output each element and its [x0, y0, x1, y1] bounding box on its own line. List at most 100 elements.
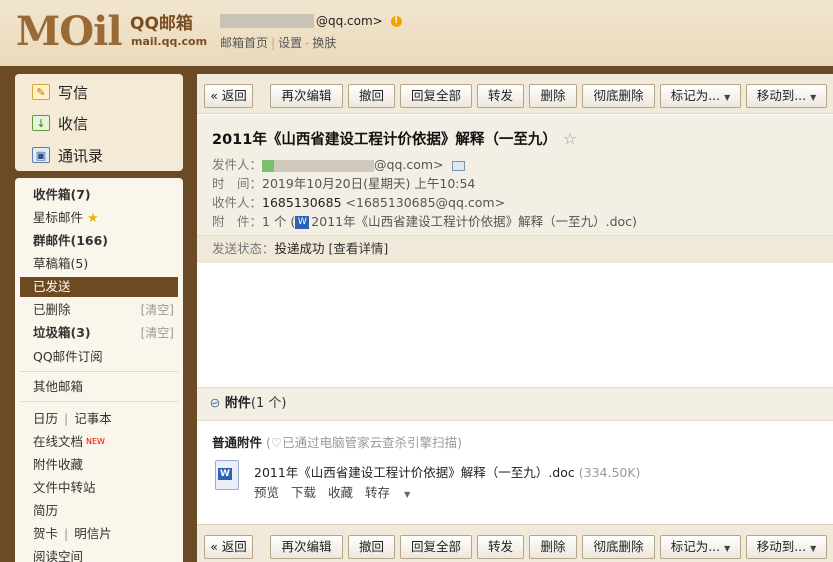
- folder-subscriptions[interactable]: QQ邮件订阅: [20, 347, 178, 367]
- delete-permanent-button[interactable]: 彻底删除: [582, 535, 655, 559]
- redacted-email: [220, 14, 314, 28]
- mark-as-dropdown[interactable]: 标记为... ▼: [660, 84, 741, 108]
- main-area: « 返回 再次编辑 撤回 回复全部 转发 删除 彻底删除 标记为... ▼ 移动到…: [195, 72, 833, 562]
- recall-button[interactable]: 撤回: [348, 535, 395, 559]
- view-details-link[interactable]: [查看详情]: [329, 241, 389, 256]
- attachment-item: W 2011年《山西省建设工程计价依据》解释（一至九）.doc (334.50K…: [215, 458, 715, 501]
- reply-all-button[interactable]: 回复全部: [400, 535, 472, 559]
- logo-title: QQ邮箱: [130, 14, 193, 34]
- chevron-down-icon: ▼: [810, 93, 817, 102]
- preview-link[interactable]: 预览: [254, 485, 279, 500]
- reply-all-button[interactable]: 回复全部: [400, 84, 472, 108]
- chevron-down-icon: ▼: [810, 544, 817, 553]
- recipient-name[interactable]: 1685130685: [262, 195, 342, 210]
- save-to-dropdown[interactable]: 转存 ▼: [365, 485, 422, 500]
- mark-as-dropdown[interactable]: 标记为... ▼: [660, 535, 741, 559]
- receive-icon: ↓: [32, 115, 50, 131]
- forward-button[interactable]: 转发: [477, 535, 524, 559]
- attachment-line: 附 件：1 个 (W 2011年《山西省建设工程计价依据》解释（一至九）.doc): [212, 214, 637, 229]
- send-status-bar: 发送状态：投递成功 [查看详情]: [197, 235, 833, 263]
- recall-button[interactable]: 撤回: [348, 84, 395, 108]
- move-to-dropdown[interactable]: 移动到... ▼: [746, 84, 827, 108]
- back-button[interactable]: « 返回: [204, 535, 253, 559]
- qqmail-logo[interactable]: MOil: [16, 10, 123, 54]
- tools-calendar-notes: 日历 | 记事本: [33, 411, 112, 426]
- link-postcards[interactable]: 明信片: [74, 526, 112, 541]
- link-calendar[interactable]: 日历: [33, 411, 58, 426]
- top-links: 邮箱首页 | 设置 - 换肤: [220, 36, 337, 50]
- back-button[interactable]: « 返回: [204, 84, 253, 108]
- compose-icon: ✎: [32, 84, 50, 100]
- contact-card-icon[interactable]: [451, 160, 465, 171]
- link-notes[interactable]: 记事本: [74, 411, 112, 426]
- favorite-link[interactable]: 收藏: [328, 485, 353, 500]
- clear-deleted-link[interactable]: [清空]: [141, 300, 174, 320]
- redacted-avatar: [262, 159, 275, 172]
- account-info: @qq.com> !: [220, 14, 402, 28]
- link-greeting-cards[interactable]: 贺卡: [33, 526, 58, 541]
- delete-permanent-button[interactable]: 彻底删除: [582, 84, 655, 108]
- link-reading-space[interactable]: 阅读空间: [20, 547, 178, 562]
- header: MOil QQ邮箱 mail.qq.com @qq.com> ! 邮箱首页 | 设置…: [0, 0, 833, 66]
- chevron-down-icon: ▼: [404, 490, 411, 499]
- reedit-button[interactable]: 再次编辑: [270, 535, 343, 559]
- folder-deleted[interactable]: 已删除 [清空]: [20, 300, 178, 320]
- word-doc-icon: W: [295, 216, 310, 229]
- paperclip-icon: ⊘: [206, 394, 224, 413]
- toolbar-top: « 返回 再次编辑 撤回 回复全部 转发 删除 彻底删除 标记为... ▼ 移动到…: [197, 74, 833, 114]
- delete-button[interactable]: 删除: [529, 84, 577, 108]
- folder-spam[interactable]: 垃圾箱(3) [清空]: [20, 323, 178, 343]
- link-resume[interactable]: 简历: [20, 501, 178, 521]
- account-email-suffix: @qq.com>: [316, 14, 383, 28]
- link-settings[interactable]: 设置: [278, 36, 302, 50]
- move-to-dropdown[interactable]: 移动到... ▼: [746, 535, 827, 559]
- compose-button[interactable]: ✎ 写信: [32, 82, 88, 102]
- folder-other-mailbox[interactable]: 其他邮箱: [20, 377, 178, 397]
- recipient-address: <1685130685@qq.com>: [345, 195, 506, 210]
- receive-button[interactable]: ↓ 收信: [32, 113, 88, 133]
- redacted-sender: [274, 159, 375, 172]
- reedit-button[interactable]: 再次编辑: [270, 84, 343, 108]
- download-link[interactable]: 下载: [291, 485, 316, 500]
- logo-subtitle: mail.qq.com: [131, 35, 208, 48]
- link-attachment-favorites[interactable]: 附件收藏: [20, 455, 178, 475]
- warning-icon[interactable]: !: [390, 15, 402, 27]
- link-mail-home[interactable]: 邮箱首页: [220, 36, 268, 50]
- toolbar-bottom: « 返回 再次编辑 撤回 回复全部 转发 删除 彻底删除 标记为... ▼ 移动到…: [197, 524, 833, 562]
- time-line: 时 间：2019年10月20日(星期天) 上午10:54: [212, 176, 476, 191]
- new-badge: NEW: [86, 437, 105, 446]
- folder-starred[interactable]: 星标邮件 ★: [20, 208, 178, 228]
- attachment-link[interactable]: 2011年《山西省建设工程计价依据》解释（一至九）.doc): [311, 214, 637, 229]
- tools-cards: 贺卡 | 明信片: [33, 526, 112, 541]
- link-file-transfer[interactable]: 文件中转站: [20, 478, 178, 498]
- link-online-docs[interactable]: 在线文档 NEW: [20, 432, 178, 452]
- mail-subject: 2011年《山西省建设工程计价依据》解释（一至九） ☆: [212, 129, 578, 148]
- delete-button[interactable]: 删除: [529, 535, 577, 559]
- status-value: 投递成功: [274, 241, 325, 256]
- link-change-skin[interactable]: 换肤: [312, 36, 336, 50]
- attachment-actions: 预览 下载 收藏 转存 ▼: [254, 482, 434, 501]
- chevron-down-icon: ▼: [724, 93, 731, 102]
- divider: [20, 371, 178, 372]
- folder-list: 收件箱(7) 星标邮件 ★ 群邮件(166) 草稿箱(5) 已发送 已删除 [清空]…: [15, 178, 183, 562]
- chevron-down-icon: ▼: [724, 544, 731, 553]
- attachments-header: ⊘ 附件(1 个): [197, 387, 833, 421]
- sidebar: ✎ 写信 ↓ 收信 ▣ 通讯录 收件箱(7) 星标邮件 ★ 群邮件(166) 草稿…: [0, 72, 195, 562]
- folder-drafts[interactable]: 草稿箱(5): [20, 254, 178, 274]
- attachment-section-label: 普通附件 (♡已通过电脑管家云查杀引擎扫描): [212, 435, 462, 450]
- star-icon: ★: [87, 211, 99, 226]
- mail-header: 2011年《山西省建设工程计价依据》解释（一至九） ☆ 发件人： @qq.com> …: [197, 115, 833, 263]
- mail-panel: « 返回 再次编辑 撤回 回复全部 转发 删除 彻底删除 标记为... ▼ 移动到…: [197, 74, 833, 562]
- forward-button[interactable]: 转发: [477, 84, 524, 108]
- contacts-icon: ▣: [32, 147, 50, 163]
- quick-actions: ✎ 写信 ↓ 收信 ▣ 通讯录: [15, 74, 183, 171]
- folder-group-mail[interactable]: 群邮件(166): [20, 231, 178, 251]
- folder-sent[interactable]: 已发送: [20, 277, 178, 297]
- virus-scan-note: (♡已通过电脑管家云查杀引擎扫描): [266, 435, 462, 450]
- star-toggle-icon[interactable]: ☆: [563, 129, 577, 148]
- to-line: 收件人：1685130685 <1685130685@qq.com>: [212, 195, 506, 210]
- from-line: 发件人： @qq.com>: [212, 154, 465, 173]
- contacts-button[interactable]: ▣ 通讯录: [32, 145, 103, 165]
- folder-inbox[interactable]: 收件箱(7): [20, 185, 178, 205]
- clear-spam-link[interactable]: [清空]: [141, 323, 174, 343]
